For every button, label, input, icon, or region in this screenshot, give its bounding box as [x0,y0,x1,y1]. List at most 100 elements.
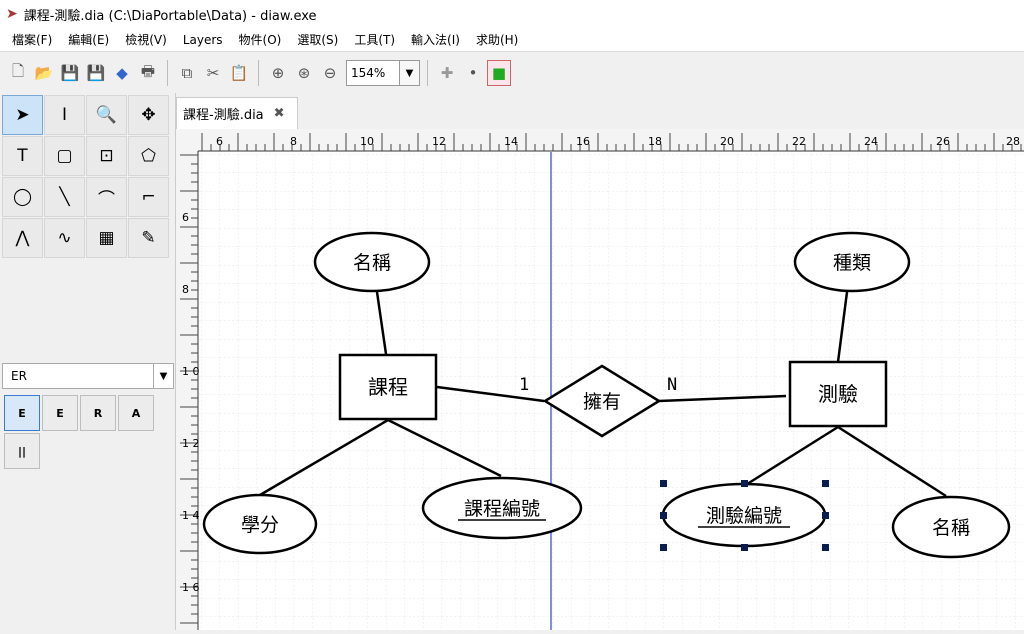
menu-item[interactable]: 物件(O) [231,31,290,48]
ruler-label: 24 [864,135,878,148]
title-bar: ➤ 課程-測驗.dia (C:\DiaPortable\Data) - diaw… [0,0,1024,28]
attribute-label: 名稱 [353,252,391,274]
print-icon[interactable]: 🖶 [136,60,160,86]
cardinality-left: 1 [519,375,529,395]
save-as-icon[interactable]: 💾 [84,60,108,86]
object-snap-icon[interactable]: • [461,60,485,86]
horizontal-ruler [176,129,1024,151]
tab-diagram[interactable]: 課程-測驗.dia ✖ [176,97,298,129]
polygon-tool-icon[interactable]: ⬠ [128,136,169,176]
participation-shape-icon[interactable]: || [4,433,40,469]
ruler-label: 10 [360,135,374,148]
ruler-label: 8 [182,283,189,296]
menu-item[interactable]: 檢視(V) [117,31,175,48]
ruler-label: 18 [648,135,662,148]
attribute-label: 學分 [241,514,279,536]
attribute-label: 課程編號 [464,498,540,520]
box-tool-icon[interactable]: ▢ [44,136,85,176]
chevron-down-icon[interactable]: ▼ [153,364,173,388]
outline-tool-icon[interactable]: ✎ [128,218,169,258]
move-icon[interactable]: ✥ [128,95,169,135]
ruler-label: 12 [432,135,446,148]
close-icon[interactable]: ✖ [274,106,285,121]
entity-label: 測驗 [818,382,858,406]
menu-item[interactable]: 編輯(E) [60,31,117,48]
export-icon[interactable]: ◆ [110,60,134,86]
attribute-label: 名稱 [932,517,970,539]
entity-course[interactable]: 課程 [338,353,438,421]
magnify-icon[interactable]: 🔍 [86,95,127,135]
toolbar-separator [167,60,168,86]
text-cursor-icon[interactable]: I [44,95,85,135]
new-file-icon[interactable]: 🗋 [6,60,30,86]
ruler-label: 6 [216,135,223,148]
image-tool-icon[interactable]: ▦ [86,218,127,258]
menu-bar: 檔案(F) 編輯(E) 檢視(V) Layers 物件(O) 選取(S) 工具(T) 輸入法(… [0,28,1024,52]
relationship-shape-icon[interactable]: R [80,395,116,431]
menu-item[interactable]: Layers [175,33,231,47]
ruler-label: 1 6 [182,581,200,594]
save-icon[interactable]: 💾 [58,60,82,86]
copy-icon[interactable]: ⧉ [175,60,199,86]
sheet-value: ER [11,369,27,383]
zoom-select[interactable]: 154% ▼ [346,60,420,86]
guides-icon[interactable]: ■ [487,60,511,86]
ruler-label: 1 0 [182,365,200,378]
snap-to-grid-icon[interactable]: ✚ [435,60,459,86]
arc-tool-icon[interactable]: ⌒ [86,177,127,217]
dia-app-icon: ➤ [6,6,18,22]
tab-label: 課程-測驗.dia [183,108,264,123]
entity-quiz[interactable]: 測驗 [788,360,888,428]
ruler-label: 8 [290,135,297,148]
bezier-tool-icon[interactable]: ∿ [44,218,85,258]
cardinality-right: N [667,375,677,395]
chevron-down-icon[interactable]: ▼ [399,61,419,85]
weak-entity-shape-icon[interactable]: E [42,395,78,431]
zoom-value: 154% [351,66,386,80]
ruler-label: 1 2 [182,437,200,450]
attribute-shape-icon[interactable]: A [118,395,154,431]
pointer-icon[interactable]: ➤ [2,95,43,135]
menu-item[interactable]: 選取(S) [289,31,346,48]
menu-item[interactable]: 檔案(F) [4,31,60,48]
ruler-label: 28 [1006,135,1020,148]
ruler-label: 20 [720,135,734,148]
entity-label: 課程 [368,375,408,399]
attribute-label: 種類 [833,252,871,274]
shape-grid: E E R A || [4,395,154,469]
sheet-selector[interactable]: ER ▼ [2,363,174,389]
attribute-course-credit[interactable]: 學分 [202,493,318,555]
ruler-label: 22 [792,135,806,148]
attribute-course-name[interactable]: 名稱 [313,231,431,293]
menu-item[interactable]: 輸入法(I) [403,31,468,48]
zigzag-tool-icon[interactable]: ⌐ [128,177,169,217]
paste-icon[interactable]: 📋 [227,60,251,86]
entity-shape-icon[interactable]: E [4,395,40,431]
attribute-quiz-name[interactable]: 名稱 [891,495,1011,559]
menu-item[interactable]: 工具(T) [346,31,403,48]
open-folder-icon[interactable]: 📂 [32,60,56,86]
ruler-label: 16 [576,135,590,148]
zoom-out-icon[interactable]: ⊖ [318,60,342,86]
ellipse-tool-icon[interactable]: ◯ [2,177,43,217]
ruler-label: 14 [504,135,518,148]
diagram-canvas[interactable]: 6 8 10 12 14 16 18 20 22 24 26 28 6 8 1 … [176,129,1024,630]
line-tool-icon[interactable]: ╲ [44,177,85,217]
attribute-quiz-type[interactable]: 種類 [793,231,911,293]
tool-grid: ➤ I 🔍 ✥ T ▢ ⊡ ⬠ ◯ ╲ ⌒ ⌐ ⋀ ∿ ▦ ✎ [2,95,170,259]
relationship-label: 擁有 [583,391,621,413]
attribute-course-id[interactable]: 課程編號 [421,476,583,540]
text-tool-icon[interactable]: T [2,136,43,176]
menu-item[interactable]: 求助(H) [468,31,526,48]
zoom-fit-icon[interactable]: ⊛ [292,60,316,86]
polyline-tool-icon[interactable]: ⋀ [2,218,43,258]
ruler-label: 6 [182,211,189,224]
attribute-quiz-id[interactable]: 測驗編號 [661,482,827,548]
toolbar-separator [427,60,428,86]
zoom-in-icon[interactable]: ⊕ [266,60,290,86]
attribute-label: 測驗編號 [706,505,782,527]
cut-icon[interactable]: ✂ [201,60,225,86]
tab-bar: 課程-測驗.dia ✖ [176,93,1024,129]
box-tool-2-icon[interactable]: ⊡ [86,136,127,176]
toolbar: 🗋 📂 💾 💾 ◆ 🖶 ⧉ ✂ 📋 ⊕ ⊛ ⊖ 154% ▼ ✚ • ■ [0,53,1024,93]
